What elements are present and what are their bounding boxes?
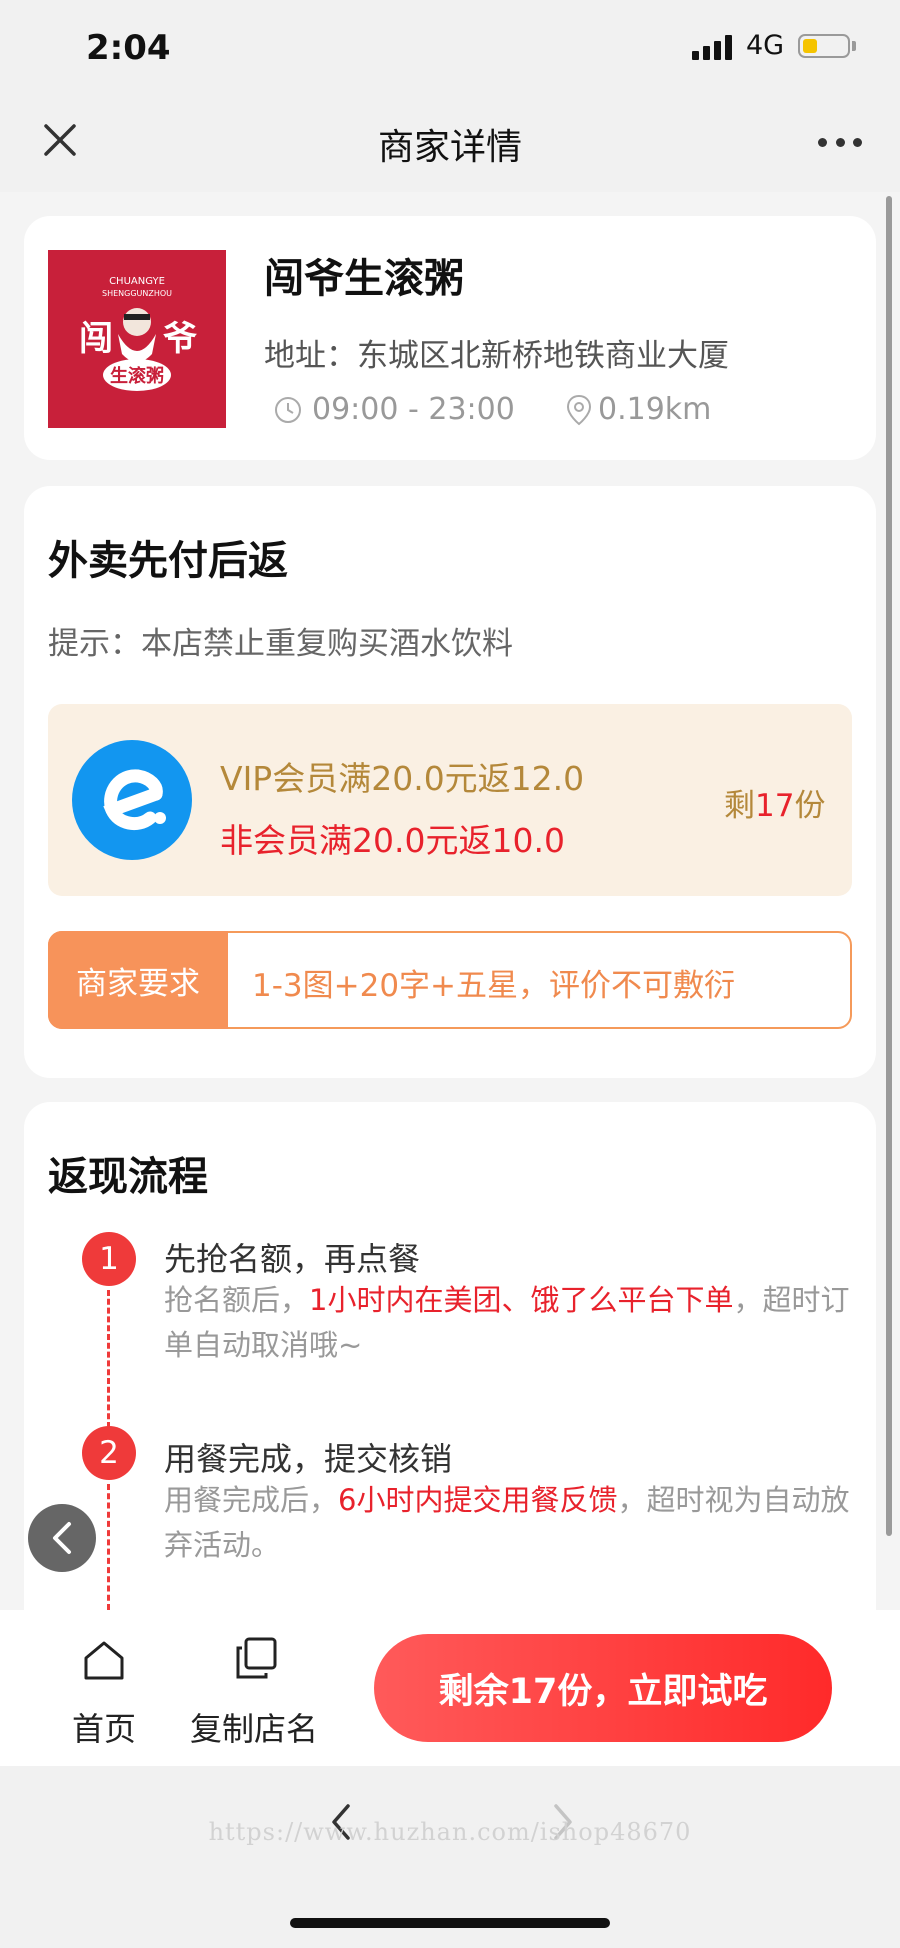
step-connector [107,1290,110,1428]
step-desc-text: 用餐完成后， [164,1483,339,1517]
location-pin-icon [566,394,592,426]
copy-shop-name-label[interactable]: 复制店名 [190,1704,318,1750]
step-desc-text: 抢名额后， [164,1283,310,1317]
shop-address: 地址：东城区北新桥地铁商业大厦 [264,338,729,374]
signal-icon [692,34,734,60]
remain-suffix: 份 [794,788,826,824]
step-description: 用餐完成后，6小时内提交用餐反馈，超时视为自动放弃活动。 [164,1478,864,1568]
remain-number: 17 [755,788,795,824]
battery-tip [852,41,856,51]
clock-icon [275,397,301,423]
status-time: 2:04 [86,28,171,68]
step-description: 抢名额后，1小时内在美团、饿了么平台下单，超时订单自动取消哦~ [164,1278,864,1368]
home-button-label[interactable]: 首页 [72,1704,136,1750]
vip-offer: VIP会员满20.0元返12.0 [220,759,585,798]
home-icon[interactable] [82,1638,126,1682]
copy-icon[interactable] [234,1636,278,1680]
page-title: 商家详情 [377,127,522,168]
scrollbar[interactable] [886,196,892,1536]
step-desc-highlight: 1小时内在美团、饿了么平台下单 [309,1283,734,1317]
promo-tip: 提示：本店禁止重复购买酒水饮料 [48,626,513,662]
shop-distance: 0.19km [598,392,712,427]
shop-name: 闯爷生滚粥 [264,256,464,302]
svg-text:爷: 爷 [163,319,197,359]
step-number: 1 [82,1232,136,1286]
svg-text:生滚粥: 生滚粥 [110,365,164,387]
shop-logo: CHUANGYE SHENGGUNZHOU 闯 爷 生滚粥 [48,250,226,428]
requirement-label: 商家要求 [48,931,228,1029]
svg-text:CHUANGYE: CHUANGYE [109,276,165,287]
step-connector [107,1484,110,1610]
eleme-logo-icon [72,740,192,860]
watermark-text: https://www.huzhan.com/ishop48670 [208,1818,692,1846]
requirement-text: 1-3图+20字+五星，评价不可敷衍 [252,968,736,1004]
remain-prefix: 剩 [724,788,755,824]
floating-back-button[interactable] [28,1504,96,1572]
try-now-button[interactable]: 剩余17份，立即试吃 [374,1634,832,1742]
more-icon[interactable] [818,138,862,148]
step-title: 用餐完成，提交核销 [164,1440,453,1478]
non-vip-offer: 非会员满20.0元返10.0 [220,821,565,860]
home-indicator[interactable] [290,1918,610,1928]
business-hours: 09:00 - 23:00 [312,392,515,427]
flow-title: 返现流程 [48,1154,208,1200]
step-number: 2 [82,1426,136,1480]
network-type: 4G [746,30,785,61]
promo-title: 外卖先付后返 [48,538,288,584]
battery-icon [798,34,850,58]
svg-text:闯: 闯 [79,319,113,359]
svg-text:SHENGGUNZHOU: SHENGGUNZHOU [102,289,172,298]
chevron-left-icon [53,1522,71,1554]
step-title: 先抢名额，再点餐 [164,1240,421,1278]
remaining-count: 剩17份 [724,780,825,825]
step-desc-highlight: 6小时内提交用餐反馈 [338,1483,618,1517]
